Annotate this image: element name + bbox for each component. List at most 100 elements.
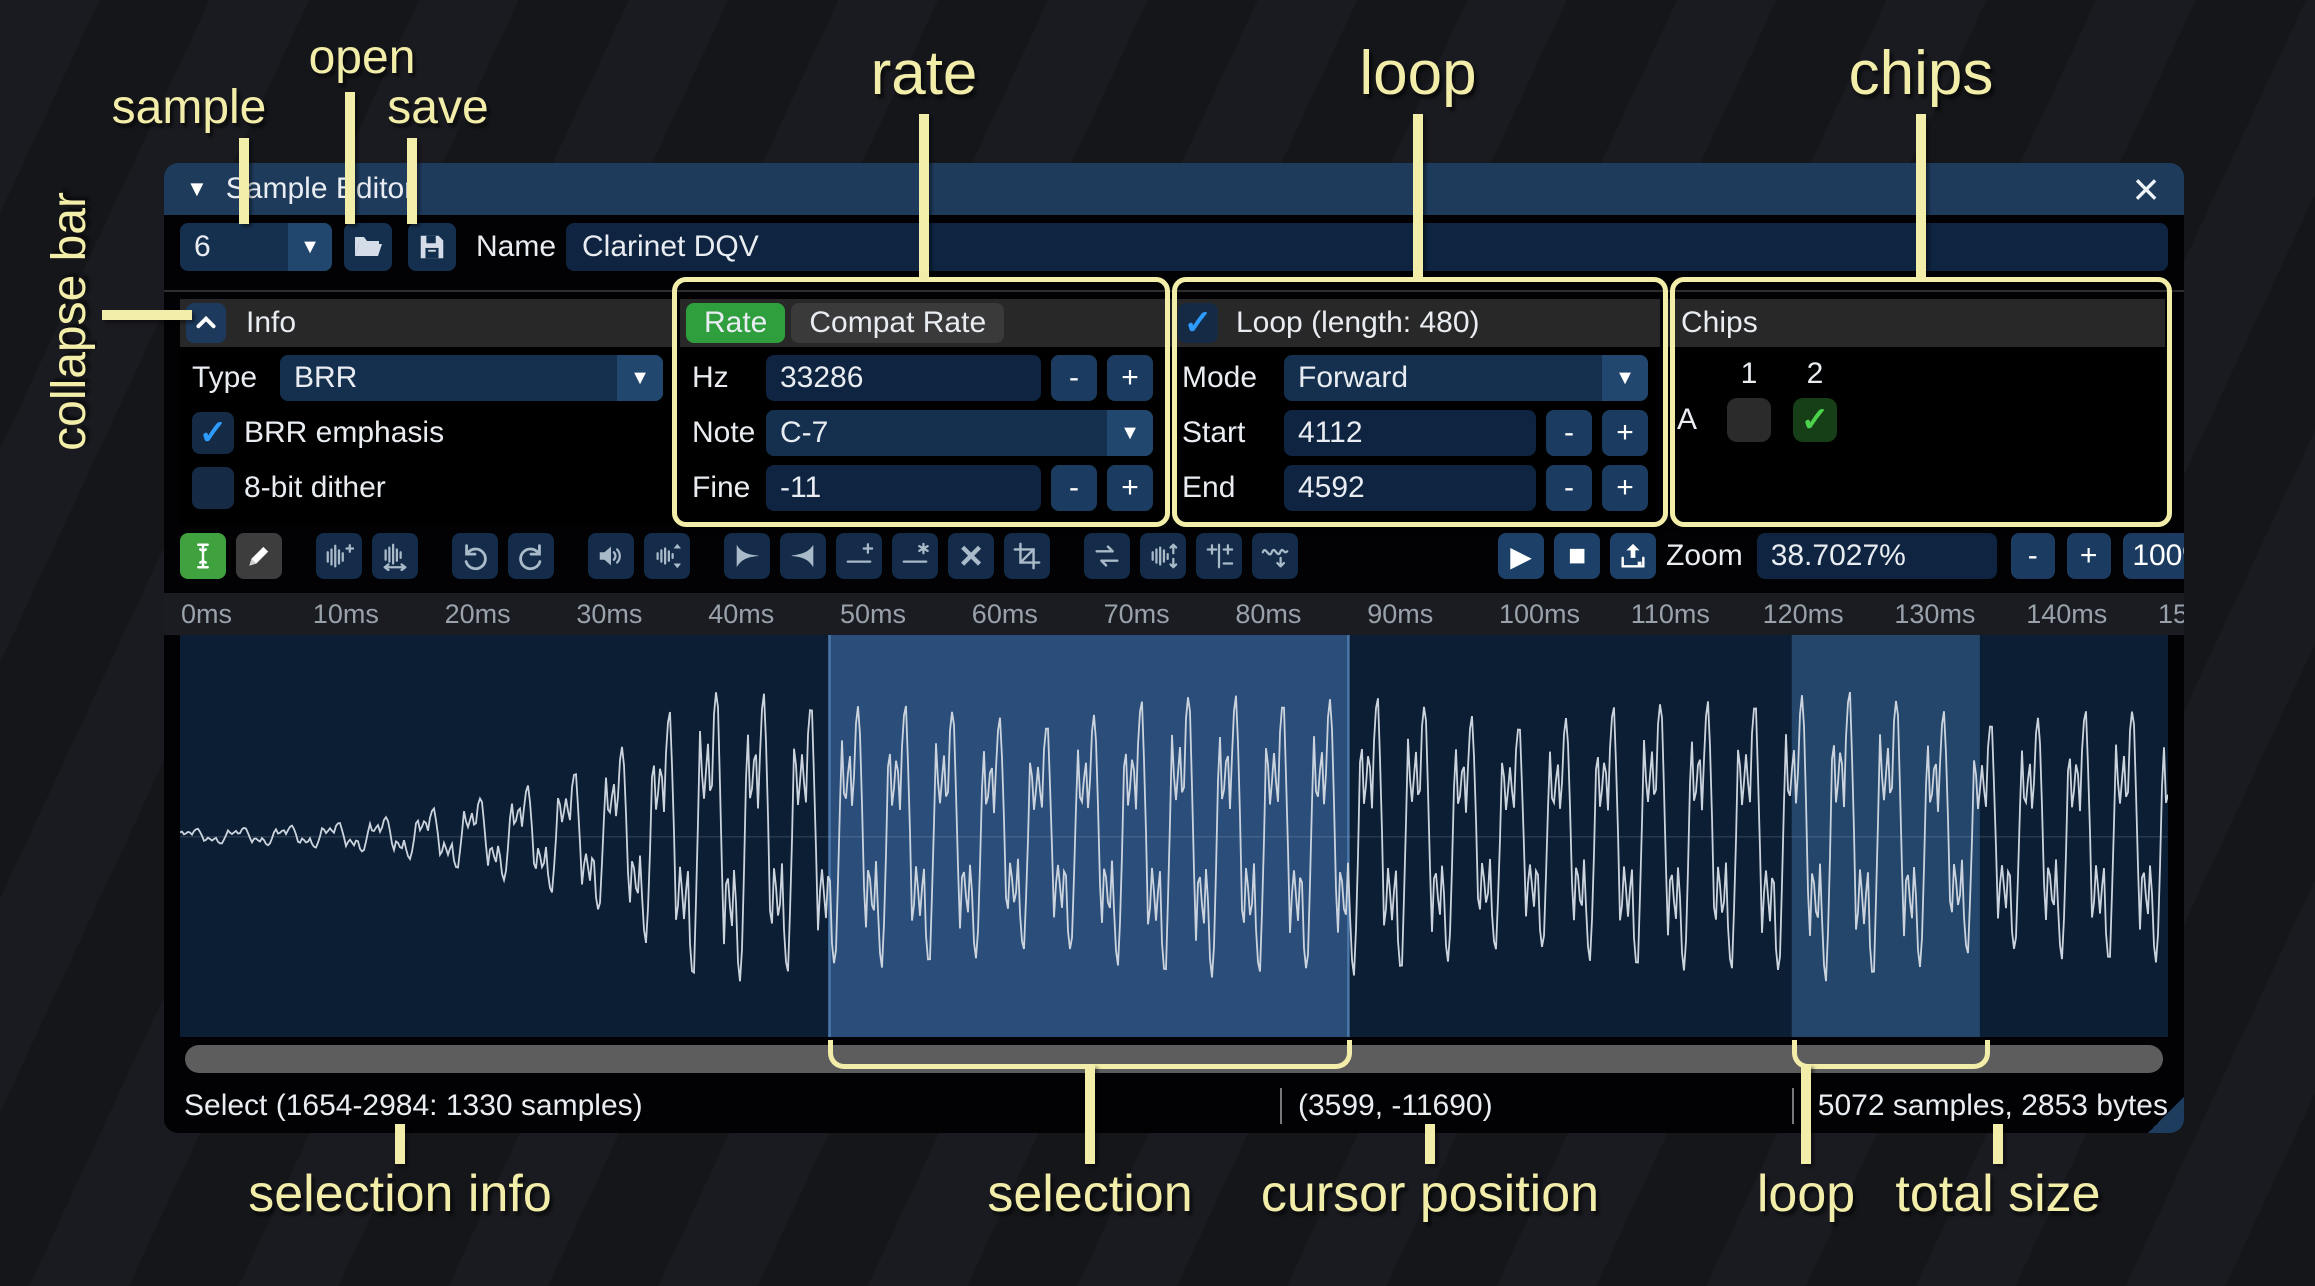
ibeam-cursor-icon	[188, 541, 218, 571]
annotation-save-line	[407, 138, 417, 224]
zoom-label: Zoom	[1666, 539, 1743, 573]
ruler-label: 50ms	[840, 599, 906, 630]
ruler-label: 0ms	[181, 599, 232, 630]
select-tool-button[interactable]	[180, 533, 226, 579]
insert-silence-button[interactable]	[836, 533, 882, 579]
8bit-dither-label: 8-bit dither	[244, 471, 386, 505]
annotation-rate-box	[672, 277, 1170, 527]
speaker-icon	[596, 541, 626, 571]
undo-icon	[460, 541, 490, 571]
annotation-sample-line	[239, 138, 249, 224]
annotation-selection-line	[1085, 1064, 1095, 1164]
floppy-disk-icon	[417, 232, 447, 262]
draw-tool-button[interactable]	[236, 533, 282, 579]
annotation-sample: sample	[112, 80, 267, 135]
type-label: Type	[192, 361, 270, 395]
signedness-button[interactable]	[1196, 533, 1242, 579]
annotation-rate: rate	[871, 38, 978, 109]
delete-button[interactable]: ×	[948, 533, 994, 579]
sign-plus-minus-icon	[1204, 541, 1234, 571]
fade-in-button[interactable]	[724, 533, 770, 579]
ruler-label: 30ms	[576, 599, 642, 630]
annotation-collapse-bar-line	[102, 310, 192, 320]
annotation-rate-line	[919, 114, 929, 278]
8bit-dither-checkbox[interactable]: ✓	[192, 467, 234, 509]
chevron-down-icon[interactable]: ▼	[288, 223, 332, 271]
chevron-up-icon	[193, 310, 219, 336]
waveform-view[interactable]	[180, 635, 2168, 1037]
collapse-bar-button[interactable]	[186, 303, 226, 343]
reverse-button[interactable]	[1084, 533, 1130, 579]
invert-button[interactable]	[1140, 533, 1186, 579]
annotation-collapse-bar: collapse bar	[42, 192, 97, 451]
info-header-label: Info	[246, 306, 296, 340]
annotation-chips-box	[1670, 277, 2172, 527]
filter-curve-icon	[1260, 541, 1290, 571]
titlebar[interactable]: ▼ Sample Editor ×	[164, 163, 2184, 215]
upload-icon	[1618, 541, 1648, 571]
undo-button[interactable]	[452, 533, 498, 579]
annotation-total-size-line	[1993, 1124, 2003, 1164]
ruler-label: 90ms	[1367, 599, 1433, 630]
annotation-loop-box	[1172, 277, 1668, 527]
apply-silence-button[interactable]	[892, 533, 938, 579]
wave-toolbar: × ▶ ■ Zoom 38.7027% - + 100%	[180, 531, 2168, 581]
import-button[interactable]	[1610, 533, 1656, 579]
resample-button[interactable]	[372, 533, 418, 579]
annotation-cursor-position: cursor position	[1261, 1164, 1599, 1224]
redo-icon	[516, 541, 546, 571]
zoom-reset-button[interactable]: 100%	[2123, 533, 2184, 579]
open-sample-button[interactable]	[344, 223, 392, 271]
info-panel-header: Info	[180, 299, 675, 347]
sample-number-value: 6	[180, 223, 288, 271]
annotation-loop-top: loop	[1359, 38, 1476, 109]
ruler-label: 140ms	[2026, 599, 2107, 630]
annotation-loop-bottom: loop	[1757, 1164, 1855, 1224]
window-collapse-icon[interactable]: ▼	[186, 176, 208, 202]
wave-plus-icon	[324, 541, 354, 571]
ruler-label: 110ms	[1631, 599, 1710, 630]
zoom-in-button[interactable]: +	[2067, 533, 2111, 579]
annotation-selection-info-line	[395, 1124, 405, 1164]
annotation-total-size: total size	[1895, 1164, 2100, 1224]
chevron-down-icon[interactable]: ▼	[617, 355, 663, 401]
normalize-button[interactable]	[644, 533, 690, 579]
zoom-input[interactable]: 38.7027%	[1757, 533, 1997, 579]
reverse-arrows-icon	[1092, 541, 1122, 571]
ruler-label: 70ms	[1104, 599, 1170, 630]
ruler-label: 100ms	[1499, 599, 1580, 630]
annotation-open: open	[309, 30, 416, 85]
status-separator	[1792, 1088, 1794, 1124]
annotation-cursor-position-line	[1425, 1124, 1435, 1164]
time-ruler: 0ms10ms20ms30ms40ms50ms60ms70ms80ms90ms1…	[164, 593, 2184, 635]
close-icon[interactable]: ×	[2122, 163, 2170, 215]
window-title: Sample Editor	[226, 172, 414, 206]
annotation-loop-bracket	[1792, 1040, 1990, 1069]
annotation-selection: selection	[987, 1164, 1192, 1224]
fade-out-button[interactable]	[780, 533, 826, 579]
sample-name-input[interactable]: Clarinet DQV	[566, 223, 2168, 271]
type-combo[interactable]: BRR ▼	[280, 355, 663, 401]
ruler-label: 20ms	[445, 599, 511, 630]
trim-button[interactable]	[1004, 533, 1050, 579]
brr-emphasis-checkbox[interactable]: ✓	[192, 412, 234, 454]
status-bar: Select (1654-2984: 1330 samples) (3599, …	[164, 1079, 2184, 1133]
amplify-button[interactable]	[588, 533, 634, 579]
sample-number-combo[interactable]: 6 ▼	[180, 223, 332, 271]
save-sample-button[interactable]	[408, 223, 456, 271]
redo-button[interactable]	[508, 533, 554, 579]
zoom-cluster: Zoom 38.7027% - + 100%	[1666, 533, 2184, 579]
ruler-label: 120ms	[1763, 599, 1844, 630]
resize-button[interactable]	[316, 533, 362, 579]
wave-stretch-icon	[380, 541, 410, 571]
line-star-icon	[900, 541, 930, 571]
stop-button[interactable]: ■	[1554, 533, 1600, 579]
crop-icon	[1012, 541, 1042, 571]
filter-button[interactable]	[1252, 533, 1298, 579]
preview-play-button[interactable]: ▶	[1498, 533, 1544, 579]
wave-invert-icon	[1148, 541, 1178, 571]
zoom-out-button[interactable]: -	[2011, 533, 2055, 579]
wave-updown-icon	[652, 541, 682, 571]
resize-grip[interactable]	[2148, 1097, 2184, 1133]
cursor-position-text: (3599, -11690)	[1298, 1079, 1493, 1133]
